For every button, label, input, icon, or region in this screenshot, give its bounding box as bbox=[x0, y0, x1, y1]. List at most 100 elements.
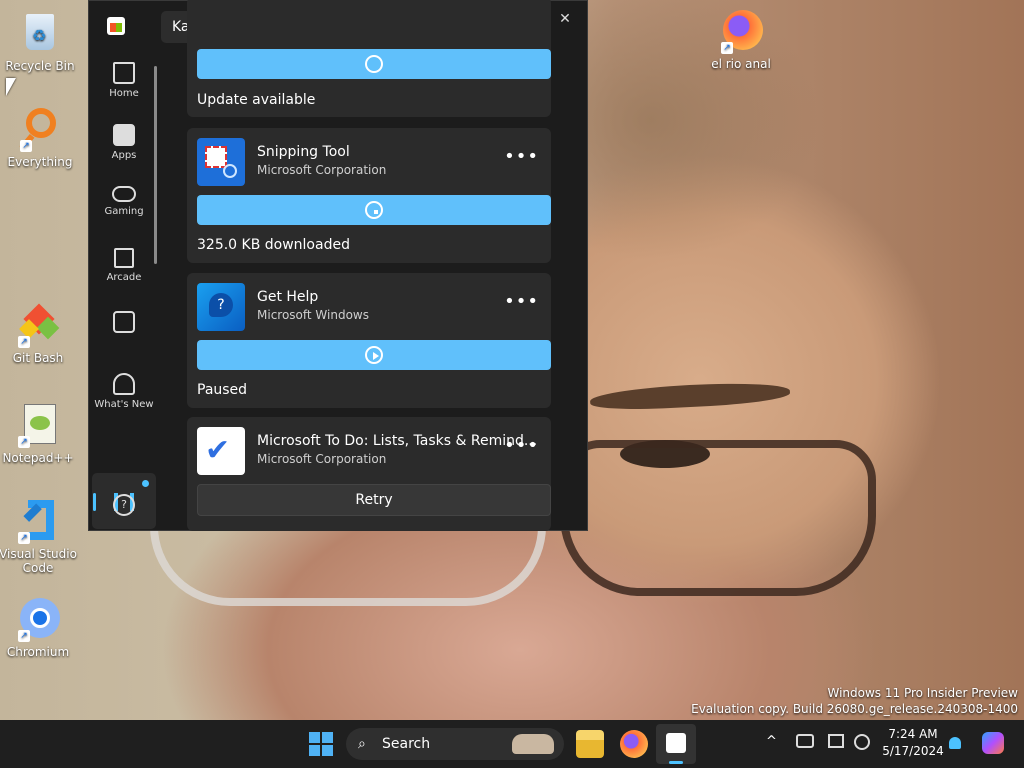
desktop-icon-everything[interactable]: ↗ Everything bbox=[0, 104, 80, 169]
clapperboard-icon bbox=[113, 311, 135, 333]
shortcut-arrow-icon: ↗ bbox=[18, 336, 30, 348]
help-button[interactable]: ? bbox=[92, 494, 156, 516]
desktop-icon-label: Visual Studio Code bbox=[0, 547, 77, 575]
progress-bar[interactable] bbox=[197, 340, 551, 370]
start-button[interactable] bbox=[309, 732, 333, 756]
show-hidden-icons-button[interactable]: ^ bbox=[766, 734, 777, 749]
store-window: Kaufcom ⌕ — ☐ ✕ Home Apps Gaming Arcade bbox=[88, 0, 588, 531]
git-bash-icon: ↗ bbox=[14, 300, 62, 348]
clock-date: 5/17/2024 bbox=[882, 744, 944, 758]
desktop-icon-git-bash[interactable]: ↗ Git Bash bbox=[0, 300, 78, 365]
sidebar-scrollbar[interactable] bbox=[154, 66, 157, 264]
desktop-icon-vscode[interactable]: ↗ Visual Studio Code bbox=[0, 496, 78, 575]
active-app-indicator bbox=[669, 761, 683, 764]
notepad-plus-plus-icon: ↗ bbox=[14, 400, 62, 448]
download-card-snipping-tool[interactable]: Snipping Tool Microsoft Corporation ••• … bbox=[187, 128, 551, 263]
store-taskbar-button[interactable] bbox=[656, 724, 696, 764]
app-publisher: Microsoft Corporation bbox=[257, 452, 387, 466]
sparkle-bell-icon bbox=[113, 373, 135, 395]
desktop-icon-recycle-bin[interactable]: ♻ Recycle Bin bbox=[0, 8, 80, 73]
sidebar-item-movies[interactable] bbox=[92, 311, 156, 337]
search-highlight-icon bbox=[512, 734, 554, 754]
sidebar-item-apps[interactable]: Apps bbox=[92, 124, 156, 161]
download-status: 325.0 KB downloaded bbox=[197, 237, 350, 253]
apps-grid-icon bbox=[113, 124, 135, 146]
download-status: Paused bbox=[197, 382, 248, 398]
joystick-icon bbox=[114, 248, 134, 268]
taskbar-search-box[interactable]: ⌕ Search bbox=[346, 728, 564, 760]
progress-bar[interactable] bbox=[197, 195, 551, 225]
snipping-tool-icon bbox=[197, 138, 245, 186]
download-status: Update available bbox=[197, 92, 316, 108]
store-sidebar: Home Apps Gaming Arcade What's New ? bbox=[89, 51, 159, 531]
sidebar-item-home[interactable]: Home bbox=[92, 62, 156, 99]
wallpaper-glasses-right bbox=[560, 440, 876, 596]
volume-icon[interactable] bbox=[854, 734, 870, 750]
app-name: Get Help bbox=[257, 289, 319, 305]
desktop-icon-label: Recycle Bin bbox=[5, 59, 75, 73]
desktop-icon-label: Everything bbox=[7, 155, 73, 169]
retry-button[interactable]: Retry bbox=[197, 484, 551, 516]
more-options-button[interactable]: ••• bbox=[504, 146, 539, 167]
shortcut-arrow-icon: ↗ bbox=[721, 42, 733, 54]
firefox-taskbar-icon[interactable] bbox=[620, 730, 648, 758]
search-icon: ⌕ bbox=[358, 736, 366, 752]
download-card-get-help[interactable]: ? Get Help Microsoft Windows ••• Paused bbox=[187, 273, 551, 408]
shortcut-arrow-icon: ↗ bbox=[18, 630, 30, 642]
get-help-icon: ? bbox=[197, 283, 245, 331]
sidebar-item-label: Apps bbox=[111, 150, 137, 161]
sidebar-item-label: What's New bbox=[94, 399, 154, 410]
app-name: Snipping Tool bbox=[257, 144, 350, 160]
home-icon bbox=[113, 62, 135, 84]
taskbar-clock[interactable]: 7:24 AM 5/17/2024 bbox=[880, 726, 946, 760]
app-name: Microsoft To Do: Lists, Tasks & Remind..… bbox=[257, 433, 538, 449]
store-logo-icon bbox=[107, 17, 125, 35]
clock-time: 7:24 AM bbox=[888, 727, 938, 741]
vscode-icon: ↗ bbox=[14, 496, 62, 544]
desktop-icon-chromium[interactable]: ↗ Chromium bbox=[0, 594, 78, 659]
taskbar-search-label: Search bbox=[382, 736, 431, 752]
progress-bar[interactable] bbox=[197, 49, 551, 79]
desktop-icon-label: Chromium bbox=[6, 645, 70, 659]
checkmark-icon: ✔ bbox=[205, 433, 231, 468]
desktop-icon-firefox[interactable]: ↗ el rio anal bbox=[701, 6, 781, 71]
app-publisher: Microsoft Corporation bbox=[257, 163, 387, 177]
spinner-icon bbox=[365, 55, 383, 73]
sidebar-item-gaming[interactable]: Gaming bbox=[92, 186, 156, 217]
wallpaper-brow bbox=[589, 379, 791, 413]
more-options-button[interactable]: ••• bbox=[504, 435, 539, 456]
desktop-icon-notepad-plus-plus[interactable]: ↗ Notepad++ bbox=[0, 400, 78, 465]
network-icon[interactable] bbox=[796, 734, 814, 748]
mouse-cursor-icon bbox=[6, 78, 16, 96]
shortcut-arrow-icon: ↗ bbox=[20, 140, 32, 152]
windows-watermark: Windows 11 Pro Insider Preview Evaluatio… bbox=[691, 685, 1018, 717]
notification-dot bbox=[142, 480, 149, 487]
shortcut-arrow-icon: ↗ bbox=[18, 532, 30, 544]
firefox-icon: ↗ bbox=[717, 6, 765, 54]
download-card-todo[interactable]: ✔ Microsoft To Do: Lists, Tasks & Remind… bbox=[187, 417, 551, 531]
taskbar: ⌕ Search ^ 7:24 AM 5/17/2024 bbox=[0, 720, 1024, 768]
notification-bell-icon[interactable] bbox=[949, 737, 961, 749]
copilot-icon[interactable] bbox=[982, 732, 1004, 754]
more-options-button[interactable]: ••• bbox=[504, 291, 539, 312]
recycle-bin-icon: ♻ bbox=[16, 8, 64, 56]
desktop-icon-label: el rio anal bbox=[711, 57, 771, 71]
desktop-icon-label: Notepad++ bbox=[2, 451, 74, 465]
help-icon: ? bbox=[113, 494, 135, 516]
app-publisher: Microsoft Windows bbox=[257, 308, 369, 322]
stop-download-icon[interactable] bbox=[365, 201, 383, 219]
sidebar-item-label: Home bbox=[109, 88, 139, 99]
shortcut-arrow-icon: ↗ bbox=[18, 436, 30, 448]
resume-download-icon[interactable] bbox=[365, 346, 383, 364]
display-icon[interactable] bbox=[828, 734, 844, 748]
chromium-icon: ↗ bbox=[14, 594, 62, 642]
watermark-line-2: Evaluation copy. Build 26080.ge_release.… bbox=[691, 702, 1018, 716]
sidebar-item-label: Gaming bbox=[104, 206, 144, 217]
sidebar-item-whats-new[interactable]: What's New bbox=[92, 373, 156, 410]
store-taskbar-icon bbox=[666, 733, 686, 753]
todo-icon: ✔ bbox=[197, 427, 245, 475]
sidebar-item-arcade[interactable]: Arcade bbox=[92, 248, 156, 283]
file-explorer-icon[interactable] bbox=[576, 730, 604, 758]
gamepad-icon bbox=[112, 186, 136, 202]
magnifier-orange-icon: ↗ bbox=[16, 104, 64, 152]
